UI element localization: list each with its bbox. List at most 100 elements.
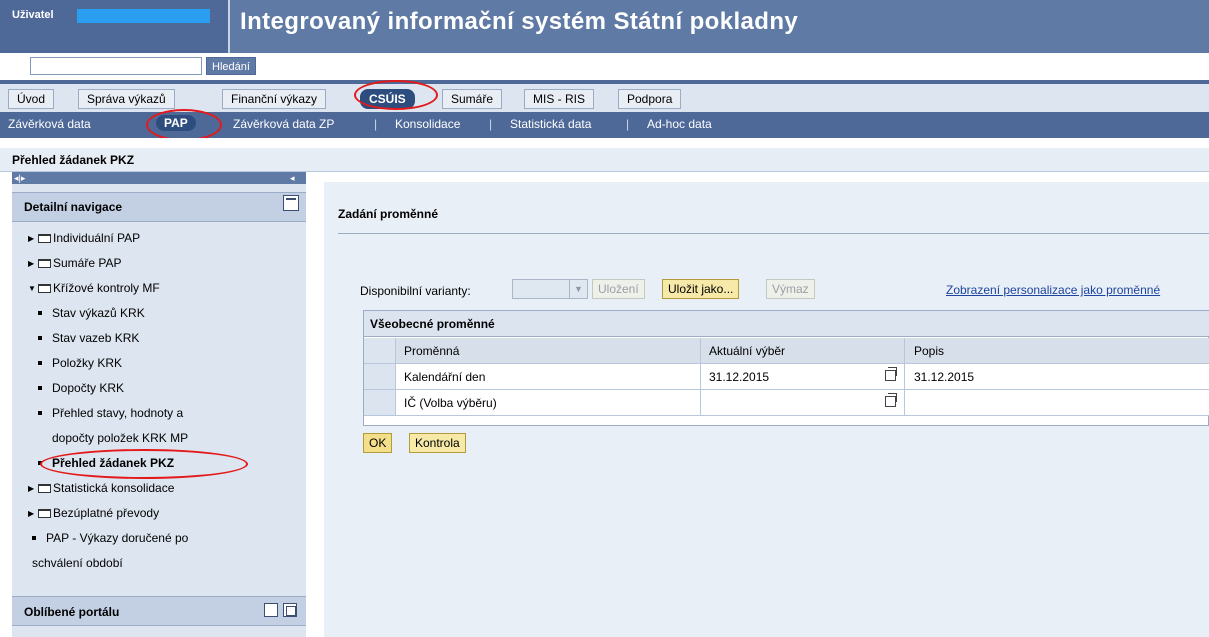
subnav-separator: | bbox=[626, 117, 630, 131]
chevron-down-icon[interactable]: ▼ bbox=[569, 280, 587, 298]
value-help-icon[interactable] bbox=[885, 367, 897, 381]
bullet-icon bbox=[38, 385, 42, 390]
detail-navigation-title: Detailní navigace bbox=[24, 200, 123, 214]
search-input[interactable] bbox=[30, 57, 202, 75]
column-header-selection: Aktuální výběr bbox=[709, 344, 786, 358]
table-caption: Všeobecné proměnné bbox=[364, 311, 1209, 337]
tab-csuis[interactable]: CSÚIS bbox=[360, 89, 415, 109]
table-row: Kalendářní den 31.12.2015 31.12.2015 bbox=[364, 364, 1209, 390]
tree-item-polozky-krk[interactable]: Položky KRK bbox=[30, 356, 122, 370]
minimize-icon[interactable] bbox=[283, 195, 299, 211]
tree-item-individualni-pap[interactable]: ▶ Individuální PAP bbox=[28, 231, 140, 245]
expand-triangle-icon: ▶ bbox=[28, 259, 35, 269]
variants-dropdown[interactable]: ▼ bbox=[512, 279, 588, 299]
collapse-arrows-icon[interactable]: ◂|▸ bbox=[14, 172, 25, 184]
subnav-separator: | bbox=[374, 117, 378, 131]
tab-sprava-vykazu[interactable]: Správa výkazů bbox=[78, 89, 175, 109]
favorites-title: Oblíbené portálu bbox=[24, 605, 120, 619]
subnav-ad-hoc-data[interactable]: Ad-hoc data bbox=[647, 117, 712, 131]
tree-item-stav-vykazu-krk[interactable]: Stav výkazů KRK bbox=[30, 306, 145, 320]
navigation-toggle-bar[interactable] bbox=[12, 172, 306, 184]
tree-item-krizove-kontroly[interactable]: ▼ Křížové kontroly MF bbox=[28, 281, 160, 295]
bullet-icon bbox=[38, 410, 42, 415]
description-cell: 31.12.2015 bbox=[914, 370, 975, 384]
column-divider bbox=[700, 390, 701, 415]
subnav-statisticka-data[interactable]: Statistická data bbox=[510, 117, 591, 131]
bullet-icon bbox=[38, 335, 42, 340]
tree-item-label: Stav výkazů KRK bbox=[52, 306, 145, 320]
tree-item-prehled-stavy[interactable]: Přehled stavy, hodnoty a bbox=[30, 406, 183, 420]
save-as-button[interactable]: Uložit jako... bbox=[662, 279, 740, 299]
tab-sumare[interactable]: Sumáře bbox=[442, 89, 503, 109]
tab-uvod[interactable]: Úvod bbox=[8, 89, 55, 109]
column-divider bbox=[904, 338, 905, 363]
column-divider bbox=[904, 390, 905, 415]
expand-triangle-icon: ▶ bbox=[28, 234, 35, 244]
tree-item-prehled-stavy-cont[interactable]: dopočty položek KRK MP bbox=[52, 431, 188, 445]
column-divider bbox=[700, 364, 701, 389]
section-title: Zadání proměnné bbox=[338, 207, 439, 221]
subnav-pap[interactable]: PAP bbox=[156, 115, 196, 131]
column-divider bbox=[700, 338, 701, 363]
favorites-list-icon[interactable] bbox=[264, 603, 278, 617]
tree-item-label: Sumáře PAP bbox=[53, 256, 122, 270]
expand-triangle-icon: ▶ bbox=[28, 509, 35, 519]
variable-cell: Kalendářní den bbox=[404, 370, 486, 384]
tree-item-label: PAP - Výkazy doručené po bbox=[46, 531, 189, 545]
personalize-link[interactable]: Zobrazení personalizace jako proměnné bbox=[946, 283, 1160, 297]
breadcrumb: Přehled žádanek PKZ bbox=[0, 148, 1209, 172]
bullet-icon bbox=[38, 310, 42, 315]
column-divider bbox=[904, 364, 905, 389]
folder-icon bbox=[38, 509, 51, 519]
value-help-icon[interactable] bbox=[885, 393, 897, 407]
save-button[interactable]: Uložení bbox=[592, 279, 645, 299]
ok-button[interactable]: OK bbox=[363, 433, 393, 453]
search-button[interactable]: Hledání bbox=[206, 57, 256, 75]
tree-item-pap-vykazy-dorucene-cont[interactable]: schválení období bbox=[32, 556, 123, 570]
subnav-konsolidace[interactable]: Konsolidace bbox=[395, 117, 460, 131]
maximize-icon[interactable] bbox=[283, 603, 297, 617]
tree-item-statisticka-konsolidace[interactable]: ▶ Statistická konsolidace bbox=[28, 481, 174, 495]
divider bbox=[0, 138, 1209, 148]
section-divider bbox=[338, 233, 1209, 234]
bullet-icon bbox=[38, 360, 42, 365]
folder-icon bbox=[38, 284, 51, 294]
selection-input[interactable]: 31.12.2015 bbox=[709, 370, 769, 384]
tree-item-label: Dopočty KRK bbox=[52, 381, 125, 395]
subnav-zaverkova-data[interactable]: Závěrková data bbox=[8, 117, 91, 131]
bullet-icon bbox=[32, 535, 36, 540]
tree-item-pap-vykazy-dorucene[interactable]: PAP - Výkazy doručené po bbox=[28, 531, 188, 545]
tree-item-prehled-zadanek-pkz[interactable]: Přehled žádanek PKZ bbox=[30, 456, 174, 470]
ok-button-label: OK bbox=[369, 436, 387, 450]
tree-item-dopocty-krk[interactable]: Dopočty KRK bbox=[30, 381, 124, 395]
folder-icon bbox=[38, 259, 51, 269]
row-selector[interactable] bbox=[364, 390, 396, 415]
subnav-zaverkova-data-zp[interactable]: Závěrková data ZP bbox=[233, 117, 334, 131]
expand-triangle-icon: ▶ bbox=[28, 484, 35, 494]
table-row: IČ (Volba výběru) bbox=[364, 390, 1209, 416]
row-selector[interactable] bbox=[364, 364, 396, 389]
collapse-triangle-icon: ▼ bbox=[28, 284, 36, 294]
tab-podpora[interactable]: Podpora bbox=[618, 89, 682, 109]
panel-gap bbox=[306, 172, 324, 637]
tab-financni-vykazy[interactable]: Finanční výkazy bbox=[222, 89, 327, 109]
table-header-row: Proměnná Aktuální výběr Popis bbox=[364, 338, 1209, 364]
tree-item-label: Položky KRK bbox=[52, 356, 123, 370]
column-header-description: Popis bbox=[914, 344, 945, 358]
page-title: Přehled žádanek PKZ bbox=[12, 153, 135, 167]
tree-item-stav-vazeb-krk[interactable]: Stav vazeb KRK bbox=[30, 331, 139, 345]
top-navigation: Úvod Správa výkazů Finanční výkazy CSÚIS… bbox=[0, 80, 1209, 112]
subnav-separator: | bbox=[489, 117, 493, 131]
tab-mis-ris[interactable]: MIS - RIS bbox=[524, 89, 595, 109]
select-all-cell[interactable] bbox=[364, 338, 396, 363]
collapse-left-icon[interactable]: ◂ bbox=[290, 172, 295, 184]
tree-item-label: Přehled stavy, hodnoty a bbox=[52, 406, 184, 420]
check-button[interactable]: Kontrola bbox=[409, 433, 466, 453]
delete-button[interactable]: Výmaz bbox=[766, 279, 815, 299]
variants-label: Disponibilní varianty: bbox=[360, 284, 471, 298]
user-label: Uživatel bbox=[12, 9, 54, 21]
table-caption-text: Všeobecné proměnné bbox=[370, 317, 495, 331]
tree-item-label: Přehled žádanek PKZ bbox=[52, 456, 175, 470]
tree-item-sumare-pap[interactable]: ▶ Sumáře PAP bbox=[28, 256, 121, 270]
tree-item-bezuplatne-prevody[interactable]: ▶ Bezúplatné převody bbox=[28, 506, 159, 520]
